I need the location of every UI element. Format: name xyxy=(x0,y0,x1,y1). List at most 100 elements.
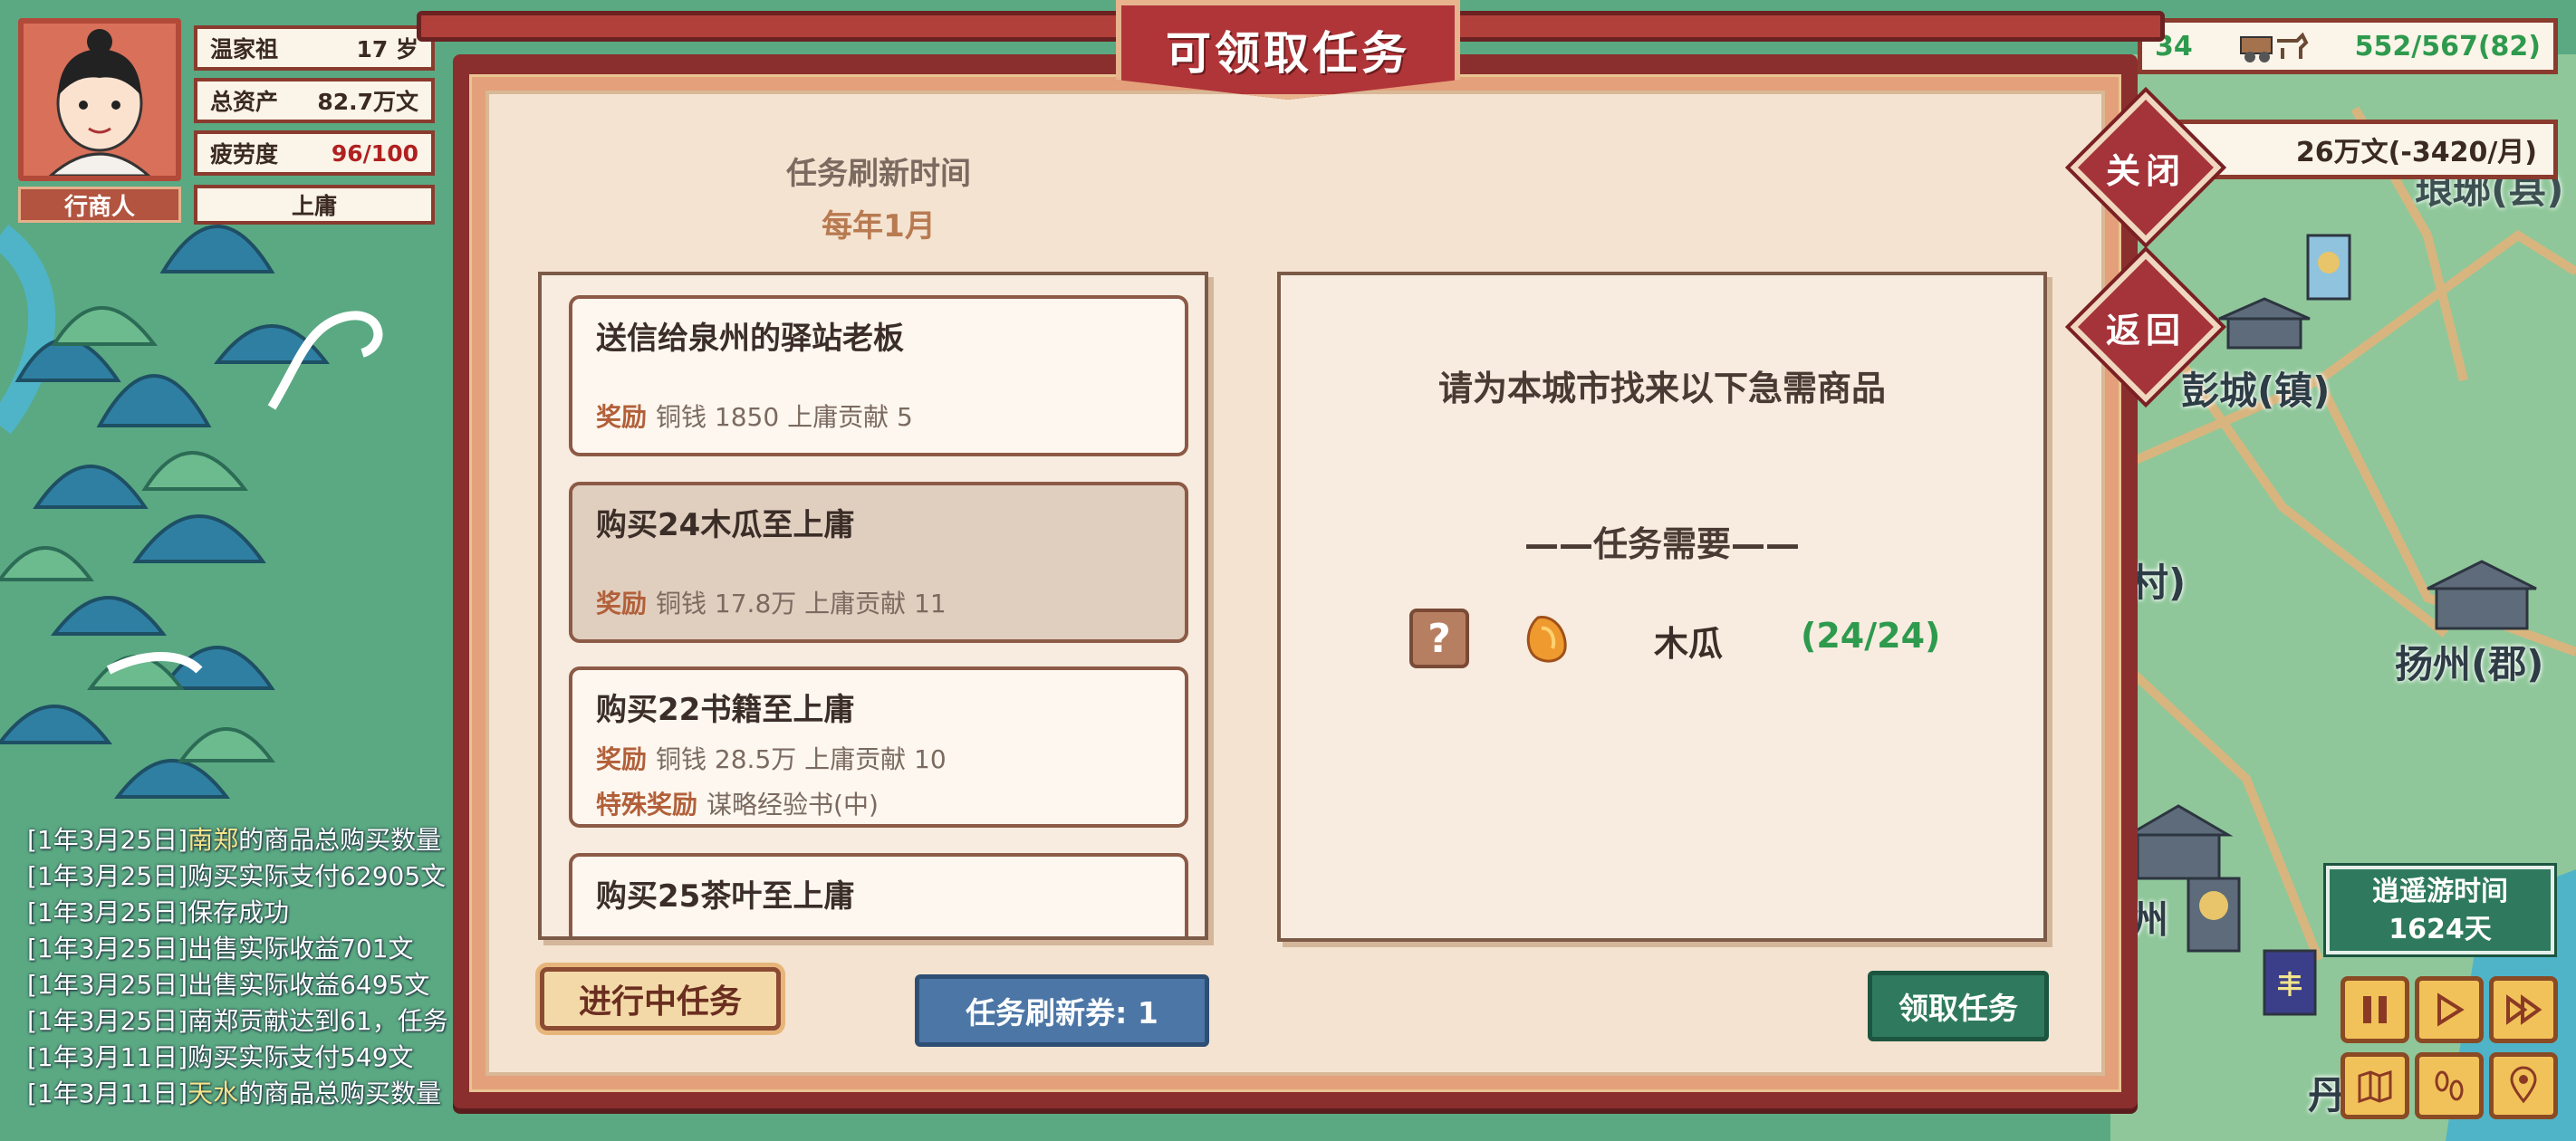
play-button[interactable] xyxy=(2415,976,2484,1043)
log-text: 的商品总购买数量 xyxy=(238,825,442,855)
task-special-reward: 特殊奖励 谋略经验书(中) xyxy=(596,785,1161,821)
log-date: [1年3月11日] xyxy=(27,1042,188,1072)
map-icon xyxy=(2358,1069,2392,1104)
refresh-time-value: 每年1月 xyxy=(822,208,936,244)
back-button[interactable]: 返回 xyxy=(2092,273,2199,380)
task-reward: 奖励 铜钱 28.5万 上庸贡献 10 xyxy=(596,740,1161,776)
fast-forward-icon xyxy=(2506,994,2542,1025)
fatigue-value: 96/100 xyxy=(331,139,418,167)
log-date: [1年3月25日] xyxy=(27,1006,188,1036)
task-title: 送信给泉州的驿站老板 xyxy=(596,321,904,357)
location-pin-icon xyxy=(2510,1066,2537,1104)
task-title: 购买24木瓜至上庸 xyxy=(596,507,855,543)
game-screen: { "player": { "name": "温家祖", "age": "17 … xyxy=(0,0,2576,1141)
map-city-yangzhou[interactable]: 扬州(郡) xyxy=(2395,634,2543,689)
travel-days: 1624天 xyxy=(2389,914,2492,945)
refresh-time-label: 任务刷新时间 xyxy=(786,156,971,192)
cargo-bar: 34 552/567(82) xyxy=(2138,18,2558,74)
accept-task-button[interactable]: 领取任务 xyxy=(1868,971,2049,1041)
papaya-icon xyxy=(1526,616,1567,663)
requirement-title: ——任务需要—— xyxy=(1523,524,1800,564)
event-log: [1年3月25日]南郑的商品总购买数量 [1年3月25日]购买实际支付62905文… xyxy=(27,822,462,1112)
log-line: [1年3月25日]南郑的商品总购买数量 xyxy=(27,822,462,858)
log-line: [1年3月25日]南郑贡献达到61，任务 xyxy=(27,1003,462,1040)
task-detail-panel: 请为本城市找来以下急需商品 ——任务需要—— ? 木瓜 (24/24) xyxy=(1277,272,2047,942)
money-value: 26万文(-3420/月) xyxy=(2295,137,2537,168)
log-date: [1年3月25日] xyxy=(27,825,188,855)
task-item[interactable]: 购买25茶叶至上庸 xyxy=(569,853,1188,936)
log-line: [1年3月25日]保存成功 xyxy=(27,895,462,931)
footprints-icon xyxy=(2435,1070,2464,1101)
special-reward-label: 特殊奖励 xyxy=(596,790,698,820)
task-item[interactable]: 购买22书籍至上庸 奖励 铜钱 28.5万 上庸贡献 10 特殊奖励 谋略经验书(中… xyxy=(569,666,1188,828)
player-assets-row: 总资产 82.7万文 xyxy=(194,78,435,123)
log-date: [1年3月25日] xyxy=(27,897,188,927)
fatigue-label: 疲劳度 xyxy=(210,141,279,168)
question-icon[interactable]: ? xyxy=(1409,609,1469,668)
pause-icon xyxy=(2363,996,2387,1023)
reward-value: 铜钱 17.8万 上庸贡献 11 xyxy=(656,589,947,618)
location-button[interactable] xyxy=(2489,1052,2558,1119)
pause-button[interactable] xyxy=(2341,976,2409,1043)
map-button[interactable] xyxy=(2341,1052,2409,1119)
reward-value: 铜钱 28.5万 上庸贡献 10 xyxy=(656,744,947,774)
task-list[interactable]: 送信给泉州的驿站老板 奖励 铜钱 1850 上庸贡献 5 购买24木瓜至上庸 奖励… xyxy=(538,272,1208,940)
play-icon xyxy=(2437,992,2465,1027)
log-line: [1年3月11日]天水的商品总购买数量 xyxy=(27,1076,462,1112)
special-reward-value: 谋略经验书(中) xyxy=(706,790,879,820)
log-line: [1年3月25日]出售实际收益6495文 xyxy=(27,967,462,1003)
log-text: 出售实际收益6495文 xyxy=(187,970,430,1000)
horse-cart-icon xyxy=(2237,28,2310,64)
player-name-row: 温家祖 17 岁 xyxy=(194,25,435,71)
log-place: 南郑 xyxy=(187,825,239,855)
footprints-button[interactable] xyxy=(2415,1052,2484,1119)
dialog-title: 可领取任务 xyxy=(1116,0,1460,100)
log-text: 购买实际支付62905文 xyxy=(187,861,447,891)
log-place: 天水 xyxy=(187,1079,239,1108)
log-date: [1年3月25日] xyxy=(27,970,188,1000)
player-name: 温家祖 xyxy=(210,36,279,62)
item-quantity: (24/24) xyxy=(1801,616,1941,656)
task-title: 购买25茶叶至上庸 xyxy=(596,878,855,915)
profession-tag: 行商人 xyxy=(18,187,181,223)
log-text: 南郑贡献达到61，任务 xyxy=(187,1006,448,1036)
log-line: [1年3月25日]购买实际支付62905文 xyxy=(27,858,462,895)
cargo-capacity: 552/567(82) xyxy=(2354,30,2541,62)
fast-forward-button[interactable] xyxy=(2489,976,2558,1043)
item-name: 木瓜 xyxy=(1654,624,1724,664)
task-title: 购买22书籍至上庸 xyxy=(596,692,855,728)
travel-label: 逍遥游时间 xyxy=(2372,876,2508,907)
character-portrait-icon xyxy=(24,24,176,176)
player-avatar[interactable] xyxy=(18,18,181,181)
reward-label: 奖励 xyxy=(596,589,648,618)
current-city: 上庸 xyxy=(194,185,435,225)
log-date: [1年3月11日] xyxy=(27,1079,188,1108)
detail-title: 请为本城市找来以下急需商品 xyxy=(1437,369,1886,408)
log-text: 出售实际收益701文 xyxy=(187,934,414,964)
assets-label: 总资产 xyxy=(210,89,279,115)
player-age: 17 岁 xyxy=(356,36,419,62)
log-text: 保存成功 xyxy=(187,897,290,927)
log-text: 的商品总购买数量 xyxy=(238,1079,442,1108)
map-city-pengcheng[interactable]: 彭城(镇) xyxy=(2181,360,2330,416)
task-reward: 奖励 铜钱 1850 上庸贡献 5 xyxy=(596,398,1161,434)
reward-label: 奖励 xyxy=(596,402,648,432)
task-item[interactable]: 送信给泉州的驿站老板 奖励 铜钱 1850 上庸贡献 5 xyxy=(569,295,1188,456)
reward-value: 铜钱 1850 上庸贡献 5 xyxy=(656,402,913,432)
close-button[interactable]: 关闭 xyxy=(2092,114,2199,221)
log-date: [1年3月25日] xyxy=(27,934,188,964)
ongoing-tasks-button[interactable]: 进行中任务 xyxy=(540,967,781,1031)
assets-value: 82.7万文 xyxy=(317,89,418,115)
log-line: [1年3月11日]购买实际支付549文 xyxy=(27,1040,462,1076)
player-fatigue-row: 疲劳度 96/100 xyxy=(194,130,435,176)
map-flag-label: 丰 xyxy=(2276,970,2302,1000)
map-city-village-partial[interactable]: 村) xyxy=(2130,552,2186,608)
travel-time-panel: 逍遥游时间 1624天 xyxy=(2326,866,2554,954)
reward-label: 奖励 xyxy=(596,744,648,774)
task-item-selected[interactable]: 购买24木瓜至上庸 奖励 铜钱 17.8万 上庸贡献 11 xyxy=(569,482,1188,643)
log-line: [1年3月25日]出售实际收益701文 xyxy=(27,931,462,967)
refresh-ticket-button[interactable]: 任务刷新券: 1 xyxy=(915,974,1209,1047)
log-date: [1年3月25日] xyxy=(27,861,188,891)
log-text: 购买实际支付549文 xyxy=(187,1042,414,1072)
task-reward: 奖励 铜钱 17.8万 上庸贡献 11 xyxy=(596,584,1161,620)
